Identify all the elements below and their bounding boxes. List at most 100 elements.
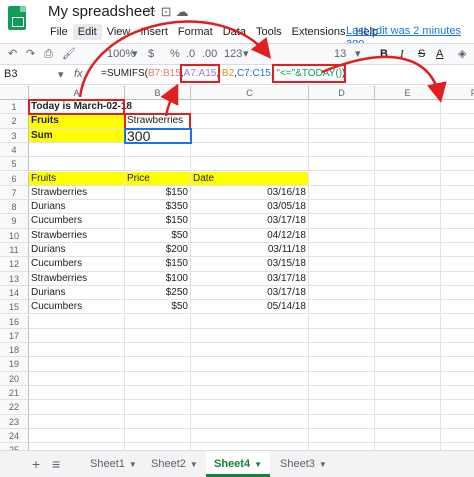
cell-D6[interactable] bbox=[309, 171, 375, 186]
cell-F25[interactable] bbox=[441, 443, 474, 450]
cell-A21[interactable] bbox=[29, 386, 125, 401]
number-format-select[interactable]: 123 bbox=[224, 46, 242, 62]
cell-E24[interactable] bbox=[375, 428, 441, 444]
cell-B20[interactable] bbox=[125, 371, 191, 386]
cell-F22[interactable] bbox=[441, 400, 474, 415]
cell-C24[interactable] bbox=[191, 428, 309, 444]
cell-A14[interactable]: Durians bbox=[29, 285, 125, 301]
redo-icon[interactable]: ↷ bbox=[26, 46, 35, 62]
decrease-decimal-button[interactable]: .0 bbox=[186, 46, 195, 62]
cell-D24[interactable] bbox=[309, 428, 375, 444]
cell-A24[interactable] bbox=[29, 428, 125, 444]
cell-D9[interactable] bbox=[309, 214, 375, 229]
cell-C15[interactable]: 05/14/18 bbox=[191, 300, 309, 315]
cell-E25[interactable] bbox=[375, 443, 441, 450]
cell-F4[interactable] bbox=[441, 143, 474, 158]
row-header-5[interactable]: 5 bbox=[0, 157, 29, 172]
cell-A7[interactable]: Strawberries bbox=[29, 185, 125, 201]
cell-B21[interactable] bbox=[125, 386, 191, 401]
cell-D22[interactable] bbox=[309, 400, 375, 415]
menu-data[interactable]: Data bbox=[218, 24, 251, 40]
cell-E23[interactable] bbox=[375, 414, 441, 429]
cell-C2[interactable] bbox=[191, 114, 309, 129]
row-header-15[interactable]: 15 bbox=[0, 300, 29, 315]
cell-A9[interactable]: Cucumbers bbox=[29, 214, 125, 229]
cloud-status-icon[interactable]: ☁ bbox=[176, 4, 193, 19]
cell-B13[interactable]: $100 bbox=[125, 271, 191, 286]
menu-tools[interactable]: Tools bbox=[251, 24, 287, 40]
cell-A10[interactable]: Strawberries bbox=[29, 228, 125, 243]
cell-F21[interactable] bbox=[441, 386, 474, 401]
cell-F13[interactable] bbox=[441, 272, 474, 286]
cell-E10[interactable] bbox=[375, 228, 441, 243]
row-header-25[interactable]: 25 bbox=[0, 443, 29, 450]
row-header-19[interactable]: 19 bbox=[0, 357, 29, 372]
cell-F12[interactable] bbox=[441, 257, 474, 272]
cell-B3[interactable]: 300 bbox=[124, 127, 192, 144]
cell-F9[interactable] bbox=[441, 214, 474, 229]
cell-E6[interactable] bbox=[375, 171, 441, 186]
print-icon[interactable]: ⎙ bbox=[44, 46, 53, 62]
cell-A12[interactable]: Cucumbers bbox=[29, 257, 125, 272]
cell-D3[interactable] bbox=[309, 128, 375, 143]
cell-B1[interactable] bbox=[125, 100, 191, 115]
cell-F20[interactable] bbox=[441, 372, 474, 386]
cell-D25[interactable] bbox=[309, 443, 375, 450]
cell-F14[interactable] bbox=[441, 286, 474, 301]
tab-sheet1[interactable]: Sheet1 ▼ bbox=[82, 451, 145, 477]
row-header-4[interactable]: 4 bbox=[0, 142, 29, 158]
cell-A15[interactable]: Cucumbers bbox=[29, 300, 125, 315]
cell-F16[interactable] bbox=[441, 315, 474, 329]
cell-F15[interactable] bbox=[441, 300, 474, 315]
cell-A18[interactable] bbox=[29, 343, 125, 358]
cell-D23[interactable] bbox=[309, 414, 375, 429]
currency-format-button[interactable]: $ bbox=[148, 46, 154, 62]
cell-D20[interactable] bbox=[309, 371, 375, 386]
formula-input[interactable]: =SUMIFS(B7:B15,A7:A15, B2,C7:C15, "<="&T… bbox=[101, 64, 347, 83]
column-header-f[interactable]: F bbox=[441, 86, 474, 100]
fill-color-icon[interactable]: ◈ bbox=[458, 46, 466, 62]
tab-sheet2[interactable]: Sheet2 ▼ bbox=[143, 451, 206, 477]
cell-F17[interactable] bbox=[441, 329, 474, 344]
column-header-d[interactable]: D bbox=[309, 86, 375, 100]
cell-A5[interactable] bbox=[29, 157, 125, 172]
cell-B22[interactable] bbox=[125, 400, 191, 415]
cell-B16[interactable] bbox=[125, 314, 191, 329]
cell-F10[interactable] bbox=[441, 229, 474, 243]
cell-B18[interactable] bbox=[125, 343, 191, 358]
cell-D7[interactable] bbox=[309, 185, 375, 201]
cell-E18[interactable] bbox=[375, 343, 441, 358]
paint-format-icon[interactable]: 🖌 bbox=[62, 46, 76, 62]
cell-B23[interactable] bbox=[125, 414, 191, 429]
column-header-a[interactable]: A bbox=[29, 86, 125, 100]
cell-A13[interactable]: Strawberries bbox=[29, 271, 125, 286]
cell-F6[interactable] bbox=[441, 172, 474, 186]
font-size-input[interactable]: 13 bbox=[334, 46, 346, 62]
cell-C9[interactable]: 03/17/18 bbox=[191, 214, 309, 229]
cell-E22[interactable] bbox=[375, 400, 441, 415]
cell-E7[interactable] bbox=[375, 185, 441, 201]
cell-E2[interactable] bbox=[375, 114, 441, 129]
cell-F18[interactable] bbox=[441, 343, 474, 358]
cell-C12[interactable]: 03/15/18 bbox=[191, 257, 309, 272]
column-header-c[interactable]: C bbox=[191, 86, 309, 100]
row-header-7[interactable]: 7 bbox=[0, 185, 29, 201]
cell-F23[interactable] bbox=[441, 415, 474, 429]
cell-C10[interactable]: 04/12/18 bbox=[191, 228, 309, 243]
row-header-18[interactable]: 18 bbox=[0, 343, 29, 358]
add-sheet-button[interactable]: + bbox=[32, 456, 40, 472]
cell-B12[interactable]: $150 bbox=[125, 257, 191, 272]
bold-button[interactable]: B bbox=[380, 46, 388, 62]
row-header-1[interactable]: 1 bbox=[0, 100, 29, 115]
cell-E19[interactable] bbox=[375, 357, 441, 372]
cell-C20[interactable] bbox=[191, 371, 309, 386]
cell-C7[interactable]: 03/16/18 bbox=[191, 185, 309, 201]
star-icon[interactable]: ☆ bbox=[145, 4, 161, 19]
cell-F19[interactable] bbox=[441, 357, 474, 372]
cell-D2[interactable] bbox=[309, 114, 375, 129]
cell-B8[interactable]: $350 bbox=[125, 200, 191, 215]
cell-D5[interactable] bbox=[309, 157, 375, 172]
cell-C16[interactable] bbox=[191, 314, 309, 329]
select-all-corner[interactable] bbox=[0, 86, 29, 100]
tab-sheet3[interactable]: Sheet3 ▼ bbox=[272, 451, 335, 477]
